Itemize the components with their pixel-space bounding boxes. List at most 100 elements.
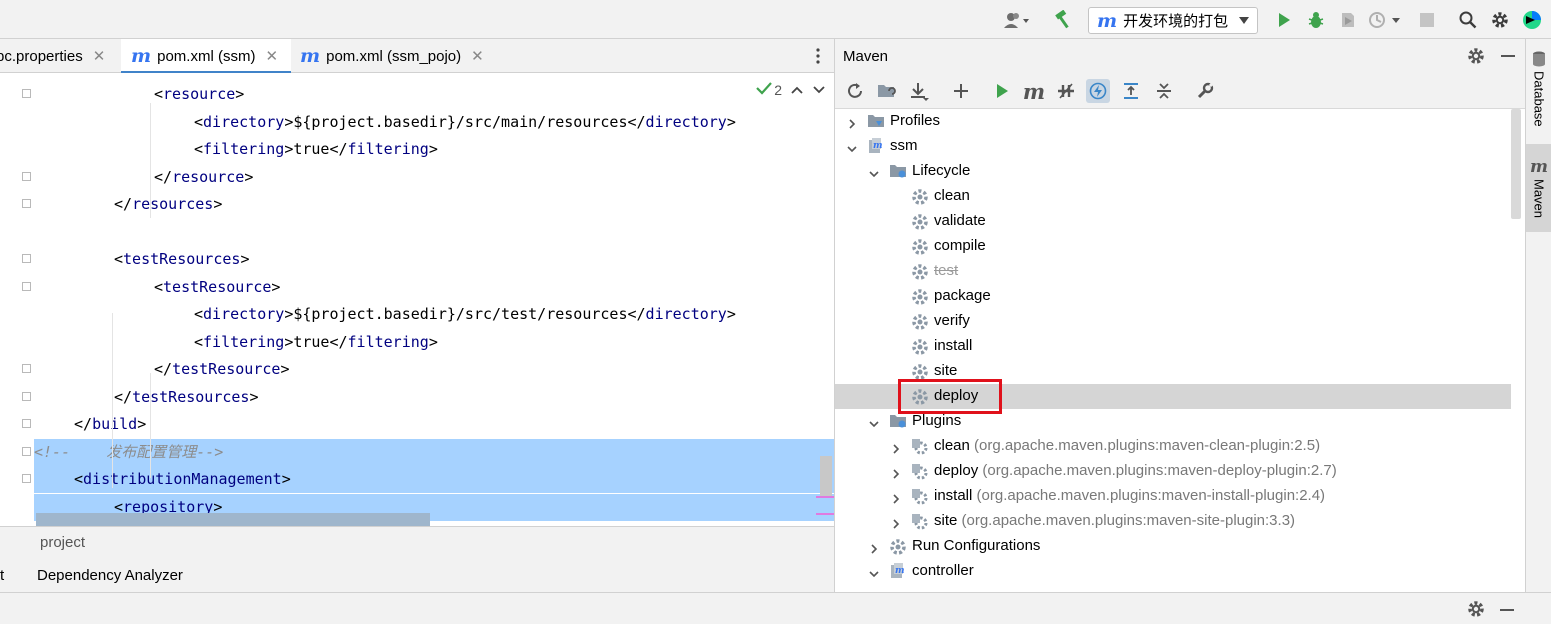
run-icon[interactable] <box>1273 9 1295 31</box>
coverage-icon[interactable] <box>1337 9 1359 31</box>
tree-item-test[interactable]: test <box>835 259 1511 284</box>
tree-item-package[interactable]: package <box>835 284 1511 309</box>
search-icon[interactable] <box>1457 9 1479 31</box>
chevron-down-icon[interactable] <box>812 82 826 98</box>
code-line[interactable]: </testResources> <box>0 384 834 411</box>
editor-scrollbar[interactable] <box>820 456 832 498</box>
code-line[interactable]: </resource> <box>0 164 834 191</box>
tree-scrollbar[interactable] <box>1511 109 1521 219</box>
tree-item-clean[interactable]: clean (org.apache.maven.plugins:maven-cl… <box>835 434 1511 459</box>
tab-fragment[interactable]: t <box>0 567 4 584</box>
profile-icon[interactable] <box>1367 9 1403 31</box>
folder-profiles-icon <box>867 113 885 131</box>
gear-icon[interactable] <box>1467 47 1485 69</box>
tree-item-verify[interactable]: verify <box>835 309 1511 334</box>
close-icon[interactable]: ✕ <box>93 47 106 65</box>
minimize-icon[interactable] <box>1501 55 1515 57</box>
chevron-down-icon[interactable] <box>847 141 857 153</box>
code-line[interactable]: <testResources> <box>0 246 834 273</box>
fold-marker-icon[interactable] <box>22 474 31 483</box>
tree-item-ssm[interactable]: m ssm <box>835 134 1511 159</box>
tree-item-run-configurations[interactable]: Run Configurations <box>835 534 1511 559</box>
tree-item-label: controller <box>912 562 974 579</box>
code-line[interactable]: </testResource> <box>0 356 834 383</box>
code-line[interactable] <box>0 219 834 246</box>
reload-icon[interactable] <box>843 79 867 103</box>
fold-marker-icon[interactable] <box>22 391 31 401</box>
add-icon[interactable] <box>949 79 973 103</box>
jetbrains-logo-icon[interactable] <box>1521 9 1543 31</box>
chevron-right-icon[interactable] <box>847 116 857 129</box>
fold-marker-icon[interactable] <box>22 281 31 291</box>
tree-item-install[interactable]: install <box>835 334 1511 359</box>
fold-marker-icon[interactable] <box>22 199 31 208</box>
collapse-all-icon[interactable] <box>1152 79 1176 103</box>
chevron-up-icon[interactable] <box>790 82 804 98</box>
download-icon[interactable] <box>907 79 931 103</box>
toggle-offline-icon[interactable] <box>1054 79 1078 103</box>
code-line[interactable]: <filtering>true</filtering> <box>0 329 834 356</box>
tab-database[interactable]: Database <box>1526 39 1551 139</box>
run-configuration-select[interactable]: m 开发环境的打包 <box>1088 7 1258 34</box>
fold-marker-icon[interactable] <box>22 254 31 263</box>
tab-dependency-analyzer[interactable]: Dependency Analyzer <box>37 567 183 584</box>
code-line[interactable]: </resources> <box>0 191 834 218</box>
tree-item-compile[interactable]: compile <box>835 234 1511 259</box>
generate-sources-icon[interactable] <box>875 79 899 103</box>
chevron-right-icon[interactable] <box>891 441 901 454</box>
chevron-down-icon[interactable] <box>869 566 879 578</box>
tree-item-site[interactable]: site (org.apache.maven.plugins:maven-sit… <box>835 509 1511 534</box>
settings-icon[interactable] <box>1489 9 1511 31</box>
tree-item-profiles[interactable]: Profiles <box>835 109 1511 134</box>
wrench-icon[interactable] <box>1193 79 1217 103</box>
project-label[interactable]: project <box>40 534 85 551</box>
debug-icon[interactable] <box>1305 9 1327 31</box>
code-line[interactable]: <testResource> <box>0 274 834 301</box>
chevron-down-icon[interactable] <box>869 166 879 178</box>
fold-marker-icon[interactable] <box>22 171 31 181</box>
code-line[interactable]: <distributionManagement> <box>0 466 834 493</box>
code-line[interactable]: </build> <box>0 411 834 438</box>
fold-marker-icon[interactable] <box>22 364 31 373</box>
code-line[interactable]: <directory>${project.basedir}/src/test/r… <box>0 301 834 328</box>
gear-icon <box>911 338 929 356</box>
code-line[interactable]: <filtering>true</filtering> <box>0 136 834 163</box>
tree-item-validate[interactable]: validate <box>835 209 1511 234</box>
inspection-widget[interactable]: 2 <box>756 81 826 98</box>
more-tabs-icon[interactable] <box>812 47 824 65</box>
minimize-icon[interactable] <box>1500 609 1514 611</box>
tree-item-deploy[interactable]: deploy (org.apache.maven.plugins:maven-d… <box>835 459 1511 484</box>
tab-pc-properties[interactable]: pc.properties ✕ <box>0 39 120 73</box>
show-dependencies-icon[interactable] <box>1119 79 1143 103</box>
stop-icon[interactable] <box>1416 9 1438 31</box>
chevron-right-icon[interactable] <box>891 466 901 479</box>
build-hammer-icon[interactable] <box>1052 9 1074 31</box>
tab-pom-ssm[interactable]: m pom.xml (ssm) ✕ <box>121 39 291 74</box>
horizontal-scrollbar[interactable] <box>36 513 430 526</box>
maven-project-tree[interactable]: Profiles m ssm Lifecycle clean validate compil… <box>835 109 1526 592</box>
chevron-right-icon[interactable] <box>891 516 901 529</box>
tab-pom-ssm-pojo[interactable]: m pom.xml (ssm_pojo) ✕ <box>292 39 502 73</box>
close-icon[interactable]: ✕ <box>265 47 278 65</box>
tree-item-clean[interactable]: clean <box>835 184 1511 209</box>
gear-icon[interactable] <box>1467 600 1485 622</box>
fold-marker-icon[interactable] <box>22 419 31 428</box>
chevron-right-icon[interactable] <box>869 541 879 554</box>
fold-marker-icon[interactable] <box>22 446 31 456</box>
chevron-right-icon[interactable] <box>891 491 901 504</box>
code-line[interactable]: <!-- 发布配置管理--> <box>0 438 834 466</box>
run-icon[interactable] <box>990 79 1014 103</box>
fold-marker-icon[interactable] <box>22 89 31 98</box>
tree-item-controller[interactable]: m controller <box>835 559 1511 584</box>
code-line[interactable]: <resource> <box>0 81 834 108</box>
close-icon[interactable]: ✕ <box>471 47 484 65</box>
tree-item-install[interactable]: install (org.apache.maven.plugins:maven-… <box>835 484 1511 509</box>
code-line[interactable]: <directory>${project.basedir}/src/main/r… <box>0 109 834 136</box>
skip-tests-icon[interactable] <box>1086 79 1110 103</box>
code-editor[interactable]: <resource> <directory>${project.basedir}/… <box>0 73 834 526</box>
tab-maven[interactable]: m Maven <box>1526 144 1551 232</box>
execute-goal-icon[interactable]: m <box>1022 79 1046 104</box>
chevron-down-icon[interactable] <box>869 416 879 428</box>
tree-item-lifecycle[interactable]: Lifecycle <box>835 159 1511 184</box>
user-icon[interactable] <box>1002 9 1032 31</box>
